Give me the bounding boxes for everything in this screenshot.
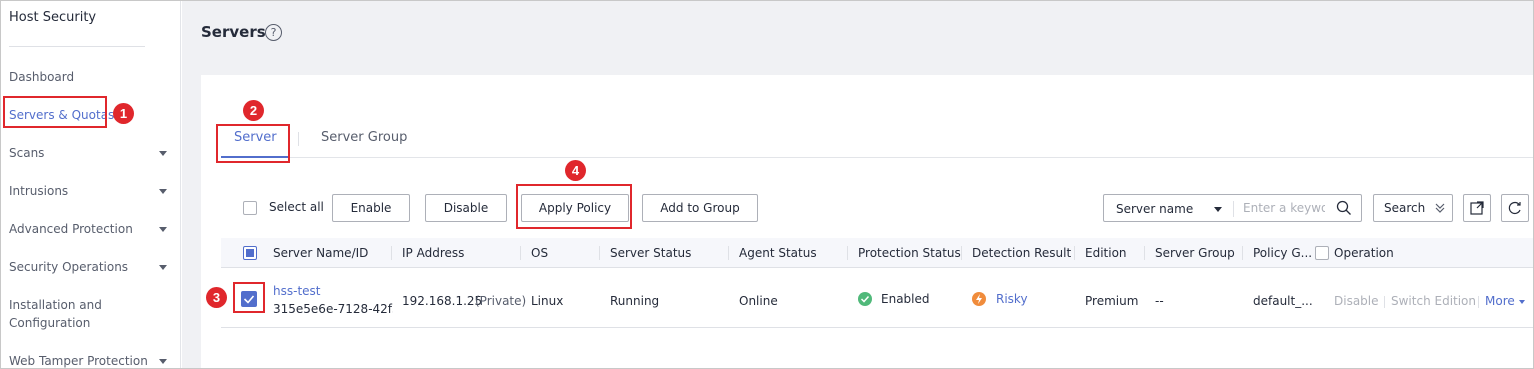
select-all-checkbox[interactable] [243,201,257,215]
chevron-down-icon[interactable] [1214,207,1222,212]
help-icon[interactable]: ? [265,24,282,41]
column-divider [847,246,848,260]
search-box: Server name Enter a keyword [1103,194,1362,222]
sidebar-title: Host Security [9,10,97,25]
enable-button[interactable]: Enable [332,194,410,222]
tab-server[interactable]: Server [234,129,277,147]
col-server-name: Server Name/ID [273,246,369,260]
tab-active-indicator [221,156,289,158]
disable-button[interactable]: Disable [425,194,507,222]
col-ip-address: IP Address [402,246,465,260]
select-all-label: Select all [269,200,324,214]
col-server-status: Server Status [610,246,692,260]
export-button[interactable] [1463,194,1491,222]
page-title: Servers [201,23,266,41]
col-operation: Operation [1334,246,1394,260]
column-divider [1242,246,1243,260]
policy-group-value: default_... [1253,294,1313,308]
search-button-label: Search [1384,201,1426,215]
checkmark-icon [243,295,255,304]
refresh-icon [1508,201,1521,215]
ip-address: 192.168.1.25 [402,294,483,308]
column-divider [728,246,729,260]
more-action[interactable]: More [1485,294,1515,308]
server-status-value: Running [610,294,660,308]
row-checkbox[interactable] [241,291,257,307]
server-name-link[interactable]: hss-test [273,284,320,298]
column-divider [1074,246,1075,260]
ip-type: (Private) [475,294,527,308]
col-protection-status: Protection Status [858,246,961,260]
refresh-button[interactable] [1501,194,1529,222]
protection-status-value: Enabled [881,292,930,306]
switch-edition-action[interactable]: Switch Edition [1391,294,1476,308]
sidebar-divider [9,46,145,47]
search-divider [1233,201,1234,217]
table-row: hss-test 315e5e6e-7128-42f3-... 192.168.… [221,269,1534,328]
col-policy-group: Policy G... [1253,246,1313,260]
sidebar-item-intrusions[interactable]: Intrusions [9,182,68,200]
search-field-select[interactable]: Server name [1116,202,1193,216]
column-divider [520,246,521,260]
sidebar-item-advanced-protection[interactable]: Advanced Protection [9,220,133,238]
action-divider [1384,296,1385,308]
annotation-badge-4: 4 [565,160,586,181]
apply-policy-button[interactable]: Apply Policy [521,194,629,222]
column-settings-checkbox[interactable] [1315,246,1329,260]
chevron-down-icon[interactable] [159,151,167,156]
tab-divider [298,132,299,146]
content-card: Server Server Group Select all Enable Di… [201,75,1534,369]
lightning-icon [972,292,986,306]
search-button[interactable]: Search [1373,194,1453,222]
sidebar-item-installation[interactable]: Installation and [9,296,102,314]
server-id: 315e5e6e-7128-42f3-... [273,302,393,316]
tabs-underline [221,157,1534,158]
chevron-down-icon[interactable] [159,265,167,270]
search-icon[interactable] [1336,200,1352,219]
server-group-value: -- [1155,294,1164,308]
chevron-down-icon[interactable] [159,227,167,232]
chevron-down-icon[interactable] [1519,300,1525,304]
action-divider [1478,296,1479,308]
chevron-down-icon[interactable] [159,359,167,364]
col-agent-status: Agent Status [739,246,817,260]
export-icon [1470,201,1484,215]
column-divider [961,246,962,260]
sidebar-item-dashboard[interactable]: Dashboard [9,68,74,86]
detection-result-link[interactable]: Risky [996,292,1028,306]
annotation-badge-2: 2 [243,100,264,121]
sidebar-item-security-operations[interactable]: Security Operations [9,258,128,276]
col-detection-result: Detection Result [972,246,1072,260]
sidebar-item-servers-quotas[interactable]: Servers & Quotas [9,106,114,124]
sidebar-item-scans[interactable]: Scans [9,144,44,162]
check-circle-icon [858,292,872,306]
os-value: Linux [531,294,564,308]
col-edition: Edition [1085,246,1127,260]
column-divider [391,246,392,260]
col-server-group: Server Group [1155,246,1235,260]
disable-action[interactable]: Disable [1334,294,1379,308]
annotation-badge-1: 1 [113,103,134,124]
search-input[interactable]: Enter a keyword [1243,201,1325,215]
header-checkbox[interactable] [243,246,257,260]
column-divider [599,246,600,260]
sidebar-item-configuration[interactable]: Configuration [9,314,90,332]
main-area: Servers ? Server Server Group Select all… [182,0,1534,369]
column-divider [1144,246,1145,260]
table-header: Server Name/ID IP Address OS Server Stat… [221,238,1534,268]
double-chevron-down-icon [1434,199,1446,218]
col-os: OS [531,246,549,260]
sidebar: Host Security Dashboard Servers & Quotas… [0,0,181,369]
annotation-badge-3: 3 [206,287,227,308]
sidebar-item-web-tamper-protection[interactable]: Web Tamper Protection [9,352,148,369]
agent-status-value: Online [739,294,778,308]
tab-server-group[interactable]: Server Group [321,129,407,147]
chevron-down-icon[interactable] [159,189,167,194]
add-to-group-button[interactable]: Add to Group [642,194,758,222]
edition-value: Premium [1085,294,1139,308]
